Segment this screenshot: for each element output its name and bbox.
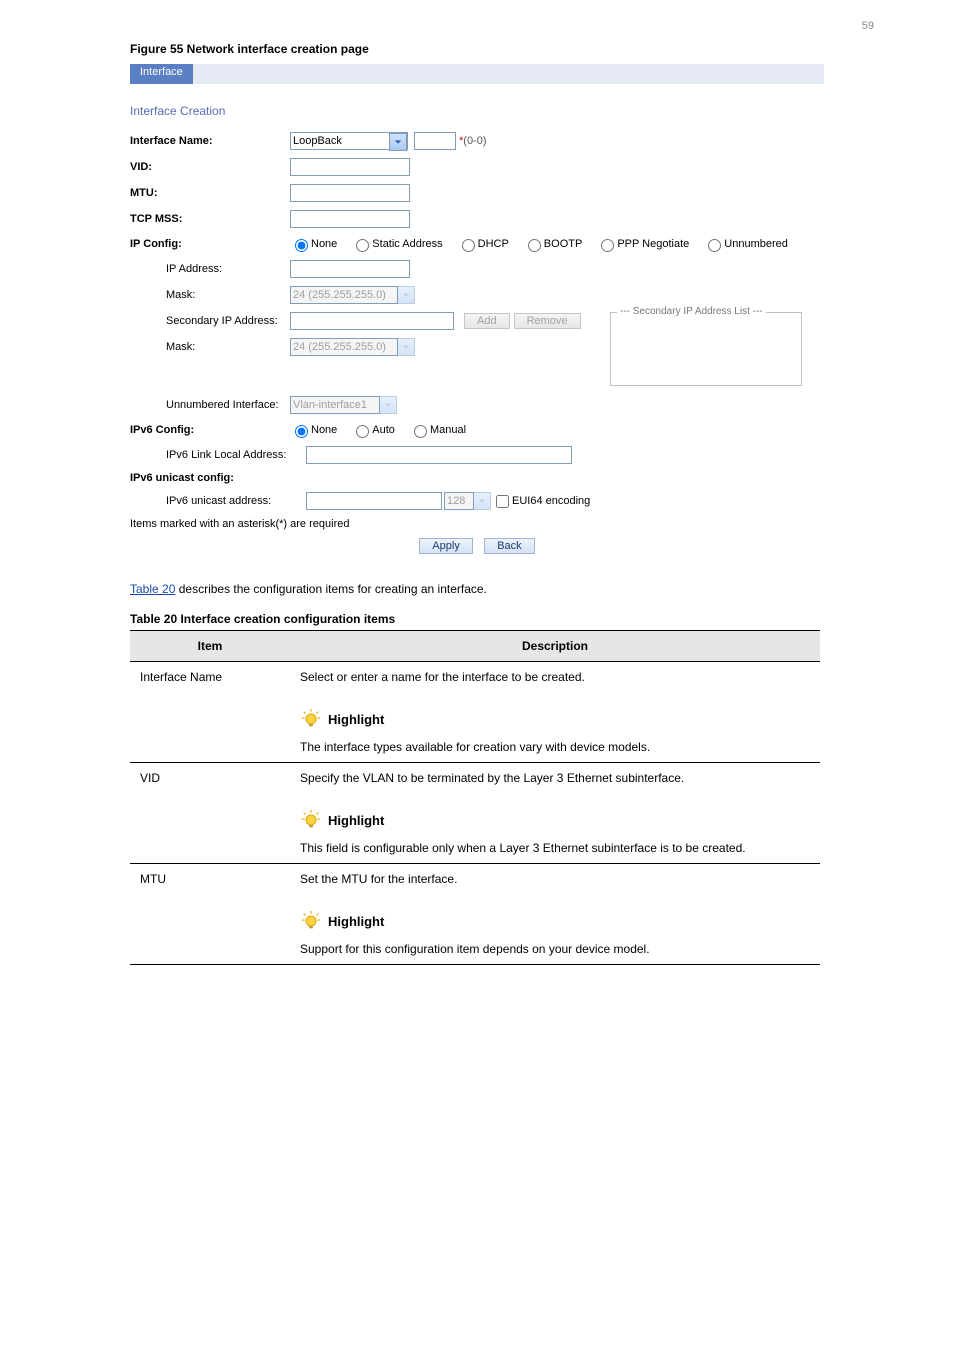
table-header-item: Item (130, 631, 290, 662)
label-mask2: Mask: (130, 341, 290, 353)
label-tcp-mss: TCP MSS: (130, 213, 290, 225)
label-ipv6-config: IPv6 Config: (130, 424, 290, 436)
radio-ipv6-none[interactable]: None (290, 422, 337, 438)
lightbulb-icon (300, 910, 322, 932)
label-ip-address: IP Address: (130, 263, 290, 275)
input-vid[interactable] (290, 158, 410, 176)
tab-interface[interactable]: Interface (130, 64, 193, 84)
select-mask2 (290, 338, 398, 356)
remove-button: Remove (514, 313, 581, 329)
chevron-down-icon (379, 396, 397, 414)
cell-item: VID (130, 763, 290, 864)
table-header-desc: Description (290, 631, 820, 662)
input-interface-index[interactable] (414, 132, 456, 150)
chevron-down-icon (397, 338, 415, 356)
cell-item: Interface Name (130, 662, 290, 763)
chevron-down-icon[interactable] (389, 133, 407, 151)
select-ipv6-prefix (444, 492, 474, 510)
label-mtu: MTU: (130, 187, 290, 199)
apply-button[interactable]: Apply (419, 538, 473, 554)
section-title: Interface Creation (130, 104, 824, 118)
figure-caption: Figure 55 Network interface creation pag… (130, 42, 824, 56)
label-unnumbered: Unnumbered Interface: (130, 399, 290, 411)
page-number: 59 (0, 0, 954, 42)
tab-bar: Interface (130, 64, 824, 84)
cell-desc: Set the MTU for the interface. Highlight (290, 864, 820, 965)
input-mtu[interactable] (290, 184, 410, 202)
cell-desc: Select or enter a name for the interface… (290, 662, 820, 763)
input-ip-address[interactable] (290, 260, 410, 278)
radio-ip-none[interactable]: None (290, 236, 337, 252)
radio-ip-dhcp[interactable]: DHCP (457, 236, 509, 252)
input-tcp-mss[interactable] (290, 210, 410, 228)
cell-desc: Specify the VLAN to be terminated by the… (290, 763, 820, 864)
config-items-table: Table 20 Interface creation configuratio… (130, 612, 820, 965)
label-interface-name: Interface Name: (130, 135, 290, 147)
label-vid: VID: (130, 161, 290, 173)
input-ipv6-unicast[interactable] (306, 492, 442, 510)
label-ipv6-unicast-config: IPv6 unicast config: (130, 472, 290, 484)
lightbulb-icon (300, 809, 322, 831)
chevron-down-icon (473, 492, 491, 510)
after-figure-text: Table 20 describes the configuration ite… (130, 582, 824, 596)
radio-ipv6-auto[interactable]: Auto (351, 422, 395, 438)
label-eui64: EUI64 encoding (512, 495, 590, 507)
secondary-ip-list: --- Secondary IP Address List --- (610, 312, 802, 386)
lightbulb-icon (300, 708, 322, 730)
checkbox-eui64[interactable] (496, 495, 509, 508)
table-caption: Table 20 Interface creation configuratio… (130, 612, 820, 630)
table-row: Interface Name Select or enter a name fo… (130, 662, 820, 763)
label-ipv6-unicast: IPv6 unicast address: (130, 495, 306, 507)
radio-ip-bootp[interactable]: BOOTP (523, 236, 583, 252)
hint-interface-range: *(0-0) (459, 135, 487, 147)
cell-item: MTU (130, 864, 290, 965)
select-mask (290, 286, 398, 304)
label-ip-config: IP Config: (130, 238, 290, 250)
input-secondary-ip[interactable] (290, 312, 454, 330)
add-button: Add (464, 313, 510, 329)
table-row: VID Specify the VLAN to be terminated by… (130, 763, 820, 864)
radio-ipv6-manual[interactable]: Manual (409, 422, 466, 438)
radio-ip-ppp[interactable]: PPP Negotiate (596, 236, 689, 252)
table-link[interactable]: Table 20 (130, 582, 175, 596)
input-ipv6-linklocal[interactable] (306, 446, 572, 464)
label-mask: Mask: (130, 289, 290, 301)
table-row: MTU Set the MTU for the interface. (130, 864, 820, 965)
back-button[interactable]: Back (484, 538, 534, 554)
radio-ip-static[interactable]: Static Address (351, 236, 442, 252)
label-ipv6-linklocal: IPv6 Link Local Address: (130, 449, 306, 461)
radio-ip-unnumbered[interactable]: Unnumbered (703, 236, 788, 252)
label-secondary-ip: Secondary IP Address: (130, 315, 290, 327)
required-note: Items marked with an asterisk(*) are req… (130, 518, 824, 530)
chevron-down-icon (397, 286, 415, 304)
select-unnumbered (290, 396, 380, 414)
